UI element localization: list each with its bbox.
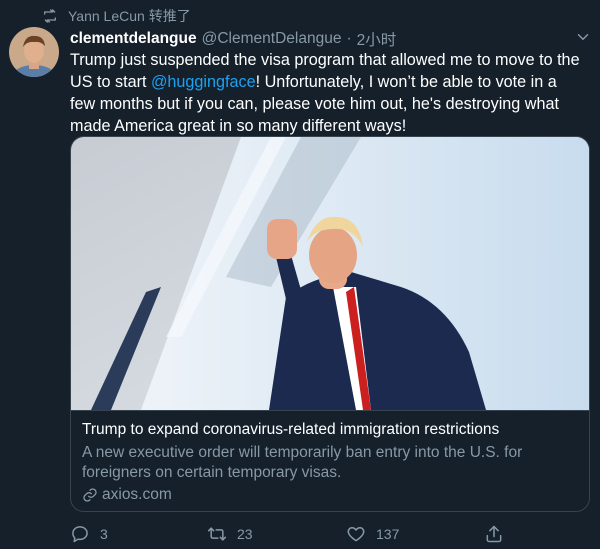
tweet-time[interactable]: 2小时 [357,28,397,50]
heart-icon [347,527,365,542]
tweet-header: clementdelangue @ClementDelangue · 2小时 [70,28,396,50]
like-count: 137 [376,526,400,542]
card-image[interactable] [71,137,589,410]
reply-count: 3 [100,526,108,542]
retweet-icon [44,9,56,23]
share-icon [486,525,502,543]
card-domain: axios.com [82,486,172,504]
link-card[interactable]: Trump to expand coronavirus-related immi… [70,136,590,512]
like-button[interactable]: 137 [346,524,399,544]
card-body[interactable]: Trump to expand coronavirus-related immi… [71,410,589,511]
card-description: A new executive order will temporarily b… [82,444,523,481]
retweet-button[interactable]: 23 [207,524,253,544]
link-icon [83,488,97,502]
card-title: Trump to expand coronavirus-related immi… [82,421,500,438]
separator-dot: · [346,30,352,47]
tweet-actions: 3 23 137 [70,524,590,546]
chevron-down-icon[interactable] [574,28,592,46]
author-name[interactable]: clementdelangue [70,30,197,48]
author-handle[interactable]: @ClementDelangue [202,30,342,48]
card-domain-text: axios.com [102,486,172,503]
retweet-banner[interactable]: Yann LeCun 转推了 [42,6,191,26]
share-button[interactable] [484,524,504,544]
tweet-text: Trump just suspended the visa program th… [70,49,580,137]
retweet-icon [207,527,227,541]
retweet-banner-text: Yann LeCun 转推了 [68,8,191,24]
mention-link[interactable]: @huggingface [151,73,256,91]
reply-button[interactable]: 3 [70,524,108,544]
retweet-count: 23 [237,526,253,542]
reply-icon [72,526,88,543]
avatar[interactable] [9,27,59,77]
